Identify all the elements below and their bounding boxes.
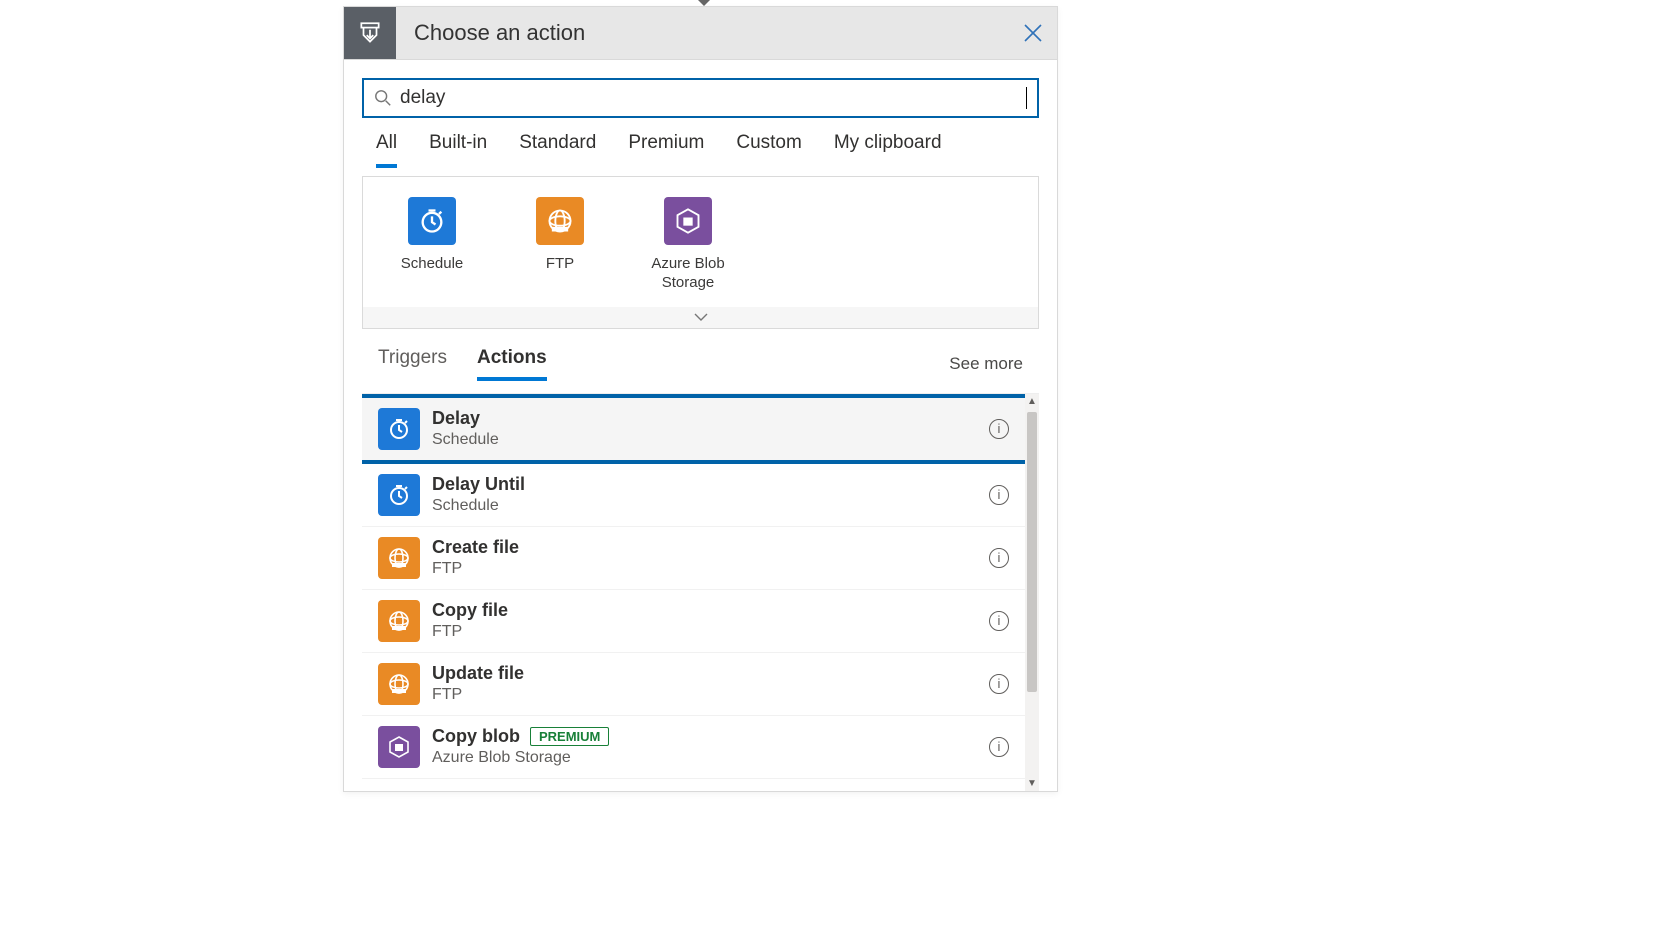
- tab-standard[interactable]: Standard: [519, 132, 596, 168]
- close-button[interactable]: [1009, 9, 1057, 57]
- scroll-thumb[interactable]: [1027, 412, 1037, 692]
- tab-built-in[interactable]: Built-in: [429, 132, 487, 168]
- ftp-icon: [378, 537, 420, 579]
- action-item[interactable]: Delay Until Schedule i: [362, 464, 1025, 527]
- section-tabs: Triggers Actions See more: [362, 329, 1039, 381]
- info-icon[interactable]: i: [989, 674, 1009, 694]
- action-connector-label: FTP: [432, 623, 981, 641]
- ftp-icon: [378, 600, 420, 642]
- action-text: Create file FTP: [432, 537, 981, 578]
- action-connector-label: FTP: [432, 560, 981, 578]
- connector-label: FTP: [546, 255, 574, 274]
- info-icon[interactable]: i: [989, 485, 1009, 505]
- info-icon[interactable]: i: [989, 611, 1009, 631]
- ftp-icon: [378, 663, 420, 705]
- action-text: Delay Until Schedule: [432, 474, 981, 515]
- action-text: Delay Schedule: [432, 408, 981, 449]
- panel-title: Choose an action: [396, 20, 1009, 46]
- action-text: Update file FTP: [432, 663, 981, 704]
- action-connector-label: FTP: [432, 686, 981, 704]
- action-item[interactable]: Update file FTP i: [362, 653, 1025, 716]
- panel-header: Choose an action: [344, 7, 1057, 60]
- info-icon[interactable]: i: [989, 737, 1009, 757]
- action-scroll-area: DelayScheduleiDelay UntilScheduleiCreate…: [362, 393, 1039, 791]
- schedule-icon: [408, 197, 456, 245]
- tab-triggers[interactable]: Triggers: [378, 347, 447, 381]
- action-connector-label: Schedule: [432, 497, 981, 515]
- tab-custom[interactable]: Custom: [736, 132, 801, 168]
- action-name: Copy blobPREMIUM: [432, 726, 981, 747]
- action-name: Copy file: [432, 600, 981, 621]
- action-connector-label: Azure Blob Storage: [432, 749, 981, 767]
- action-name: Create file: [432, 537, 981, 558]
- premium-badge: PREMIUM: [530, 727, 609, 746]
- action-item[interactable]: Copy file FTP i: [362, 590, 1025, 653]
- info-icon[interactable]: i: [989, 548, 1009, 568]
- blob-icon: [378, 726, 420, 768]
- category-tabs: All Built-in Standard Premium Custom My …: [362, 118, 1039, 168]
- connector-schedule[interactable]: Schedule: [391, 197, 473, 293]
- tab-my-clipboard[interactable]: My clipboard: [834, 132, 942, 168]
- schedule-icon: [378, 474, 420, 516]
- schedule-icon: [378, 408, 420, 450]
- scrollbar[interactable]: ▲ ▼: [1025, 394, 1039, 791]
- action-text: Copy blobPREMIUM Azure Blob Storage: [432, 726, 981, 767]
- action-name: Update file: [432, 663, 981, 684]
- see-more-link[interactable]: See more: [949, 354, 1023, 374]
- tab-all[interactable]: All: [376, 132, 397, 168]
- tab-premium[interactable]: Premium: [628, 132, 704, 168]
- choose-action-panel: Choose an action delay All Built-in Stan…: [343, 6, 1058, 792]
- connector-label: Azure Blob Storage: [647, 255, 729, 293]
- action-item[interactable]: Copy blobPREMIUM Azure Blob Storage i: [362, 716, 1025, 779]
- text-caret: [1026, 87, 1027, 109]
- connector-label: Schedule: [401, 255, 464, 274]
- ftp-icon: [536, 197, 584, 245]
- action-header-icon: [344, 7, 396, 59]
- action-name: Delay Until: [432, 474, 981, 495]
- action-name: Delay: [432, 408, 981, 429]
- scroll-up-icon[interactable]: ▲: [1025, 394, 1039, 409]
- connector-ftp[interactable]: FTP: [519, 197, 601, 293]
- connector-grid: Schedule FTP Azure Blob Storage: [362, 176, 1039, 307]
- search-box[interactable]: delay: [362, 78, 1039, 118]
- search-input[interactable]: delay: [400, 87, 1025, 109]
- action-item[interactable]: Delay Schedule i: [362, 394, 1025, 464]
- expand-connectors-button[interactable]: [362, 307, 1039, 329]
- action-connector-label: Schedule: [432, 431, 981, 449]
- action-list: DelayScheduleiDelay UntilScheduleiCreate…: [362, 394, 1025, 791]
- scroll-down-icon[interactable]: ▼: [1025, 776, 1039, 791]
- blob-icon: [664, 197, 712, 245]
- info-icon[interactable]: i: [989, 419, 1009, 439]
- action-item[interactable]: Create file FTP i: [362, 527, 1025, 590]
- search-icon: [374, 89, 392, 107]
- action-text: Copy file FTP: [432, 600, 981, 641]
- connector-blob[interactable]: Azure Blob Storage: [647, 197, 729, 293]
- tab-actions[interactable]: Actions: [477, 347, 547, 381]
